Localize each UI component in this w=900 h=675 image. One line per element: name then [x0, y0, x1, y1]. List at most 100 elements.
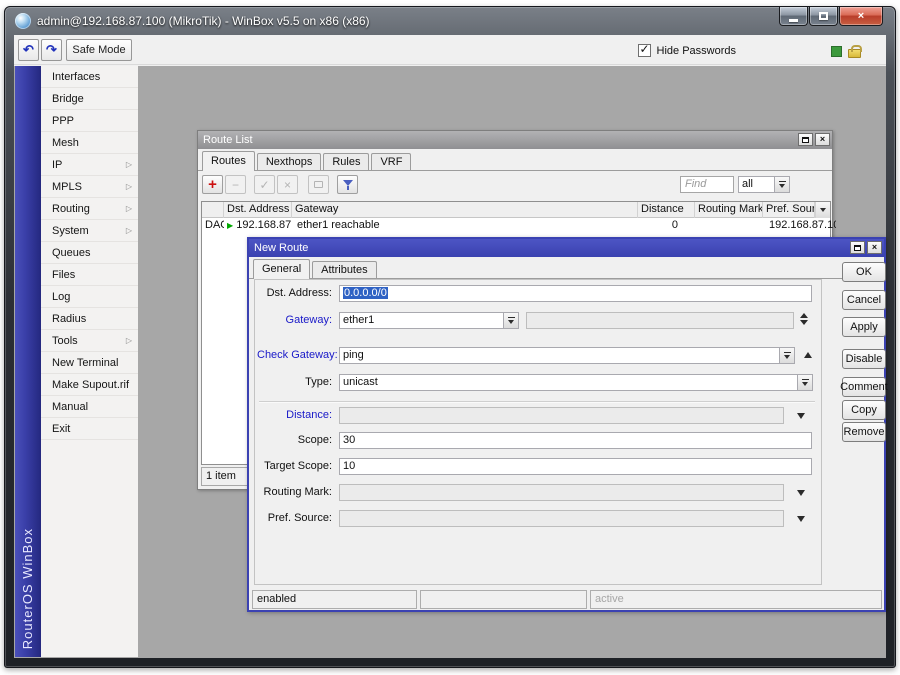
- sidebar-item-interfaces[interactable]: Interfaces: [41, 66, 138, 88]
- remove-route-button[interactable]: −: [225, 175, 246, 194]
- sidebar-item-system[interactable]: System▷: [41, 220, 138, 242]
- dst-address-label: Dst. Address:: [257, 285, 332, 302]
- copy-button[interactable]: Copy: [842, 400, 886, 420]
- status-indicator-group: [831, 44, 861, 58]
- cancel-button[interactable]: Cancel: [842, 290, 886, 310]
- tab-attributes[interactable]: Attributes: [312, 261, 376, 278]
- route-list-titlebar[interactable]: Route List ×: [198, 131, 832, 149]
- sidebar-item-files[interactable]: Files: [41, 264, 138, 286]
- sidebar-item-manual[interactable]: Manual: [41, 396, 138, 418]
- find-input[interactable]: Find: [680, 176, 734, 193]
- redo-button[interactable]: ↷: [41, 39, 62, 61]
- maximize-icon: [854, 245, 861, 251]
- apply-button[interactable]: Apply: [842, 317, 886, 337]
- new-route-title: New Route: [254, 242, 308, 254]
- tab-routes[interactable]: Routes: [202, 151, 255, 171]
- column-select-button[interactable]: [815, 202, 830, 218]
- gateway-add-remove-spinner[interactable]: [800, 313, 808, 325]
- sidebar-item-mpls[interactable]: MPLS▷: [41, 176, 138, 198]
- undo-button[interactable]: ↶: [18, 39, 39, 61]
- sidebar-item-mesh[interactable]: Mesh: [41, 132, 138, 154]
- gateway-label: Gateway:: [257, 312, 332, 329]
- sidebar-item-new-terminal[interactable]: New Terminal: [41, 352, 138, 374]
- scope-field[interactable]: 30: [339, 432, 812, 449]
- column-distance[interactable]: Distance: [638, 202, 695, 218]
- expand-arrow-icon[interactable]: [797, 516, 805, 522]
- checkmark-icon: ✓: [640, 42, 650, 56]
- expand-arrow-icon[interactable]: [797, 490, 805, 496]
- sidebar-item-ppp[interactable]: PPP: [41, 110, 138, 132]
- filter-scope-select[interactable]: all: [738, 176, 790, 193]
- tab-vrf[interactable]: VRF: [371, 153, 411, 170]
- sidebar-item-exit[interactable]: Exit: [41, 418, 138, 440]
- dst-address-field[interactable]: 0.0.0.0/0: [339, 285, 812, 302]
- row-distance: 0: [638, 218, 678, 233]
- distance-field[interactable]: [339, 407, 784, 424]
- column-gateway[interactable]: Gateway: [292, 202, 638, 218]
- filter-button[interactable]: [337, 175, 358, 194]
- add-route-button[interactable]: +: [202, 175, 223, 194]
- main-titlebar[interactable]: admin@192.168.87.100 (MikroTik) - WinBox…: [5, 7, 895, 35]
- remove-button[interactable]: Remove: [842, 422, 886, 442]
- tab-nexthops[interactable]: Nexthops: [257, 153, 321, 170]
- column-dst-address[interactable]: Dst. Address/: [224, 202, 292, 218]
- routing-mark-field[interactable]: [339, 484, 784, 501]
- sidebar-item-log[interactable]: Log: [41, 286, 138, 308]
- routing-mark-row: Routing Mark:: [254, 484, 822, 501]
- table-row[interactable]: DAC ▶ 192.168.87.0/... ether1 reachable …: [202, 218, 830, 233]
- ok-button[interactable]: OK: [842, 262, 886, 282]
- disable-route-button[interactable]: ×: [277, 175, 298, 194]
- disable-button[interactable]: Disable: [842, 349, 886, 369]
- hide-passwords-checkbox[interactable]: ✓: [638, 44, 651, 57]
- comment-route-button[interactable]: [308, 175, 329, 194]
- expand-arrow-icon[interactable]: [797, 413, 805, 419]
- maximize-button[interactable]: [809, 7, 838, 26]
- type-field[interactable]: unicast: [339, 374, 813, 391]
- type-label: Type:: [257, 374, 332, 391]
- sidebar-item-radius[interactable]: Radius: [41, 308, 138, 330]
- dropdown-icon[interactable]: [779, 348, 794, 363]
- pref-source-field[interactable]: [339, 510, 784, 527]
- column-routing-mark[interactable]: Routing Mark: [695, 202, 763, 218]
- sidebar-item-make-supout[interactable]: Make Supout.rif: [41, 374, 138, 396]
- check-gateway-field[interactable]: ping: [339, 347, 795, 364]
- desktop: admin@192.168.87.100 (MikroTik) - WinBox…: [0, 0, 900, 675]
- dropdown-icon[interactable]: [797, 375, 812, 390]
- enable-route-button[interactable]: ✓: [254, 175, 275, 194]
- maximize-button[interactable]: [850, 241, 865, 254]
- sidebar-item-tools[interactable]: Tools▷: [41, 330, 138, 352]
- close-button[interactable]: ×: [867, 241, 882, 254]
- tab-rules[interactable]: Rules: [323, 153, 369, 170]
- minimize-icon: [789, 19, 798, 22]
- safe-mode-button[interactable]: Safe Mode: [66, 39, 132, 61]
- lock-icon: [848, 49, 861, 58]
- route-list-toolbar: + − ✓ × Find all: [198, 173, 832, 199]
- new-route-tabs: General Attributes: [249, 259, 884, 279]
- row-routing-mark: [695, 218, 763, 233]
- route-list-tabs: Routes Nexthops Rules VRF: [198, 151, 832, 171]
- comment-button[interactable]: Comment: [842, 377, 886, 397]
- new-route-titlebar[interactable]: New Route ×: [249, 239, 884, 257]
- dropdown-icon[interactable]: [503, 313, 518, 328]
- redo-icon: ↷: [46, 42, 57, 58]
- close-button[interactable]: ×: [839, 7, 883, 26]
- column-pref-source[interactable]: Pref. Source: [763, 202, 815, 218]
- sidebar-item-routing[interactable]: Routing▷: [41, 198, 138, 220]
- maximize-button[interactable]: [798, 133, 813, 146]
- close-button[interactable]: ×: [815, 133, 830, 146]
- tab-general[interactable]: General: [253, 259, 310, 279]
- row-gateway: ether1 reachable: [294, 218, 638, 233]
- column-flags[interactable]: [202, 202, 224, 218]
- gateway-secondary-field[interactable]: [526, 312, 794, 329]
- target-scope-field[interactable]: 10: [339, 458, 812, 475]
- brand-strip: RouterOS WinBox: [15, 66, 41, 657]
- hide-passwords-control: ✓ Hide Passwords: [638, 44, 736, 57]
- check-gateway-label: Check Gateway:: [257, 347, 332, 364]
- sidebar-item-bridge[interactable]: Bridge: [41, 88, 138, 110]
- minimize-button[interactable]: [779, 7, 808, 26]
- sidebar-item-ip[interactable]: IP▷: [41, 154, 138, 176]
- collapse-arrow-icon[interactable]: [804, 352, 812, 358]
- sidebar-item-queues[interactable]: Queues: [41, 242, 138, 264]
- gateway-field[interactable]: ether1: [339, 312, 519, 329]
- hide-passwords-label: Hide Passwords: [657, 45, 736, 57]
